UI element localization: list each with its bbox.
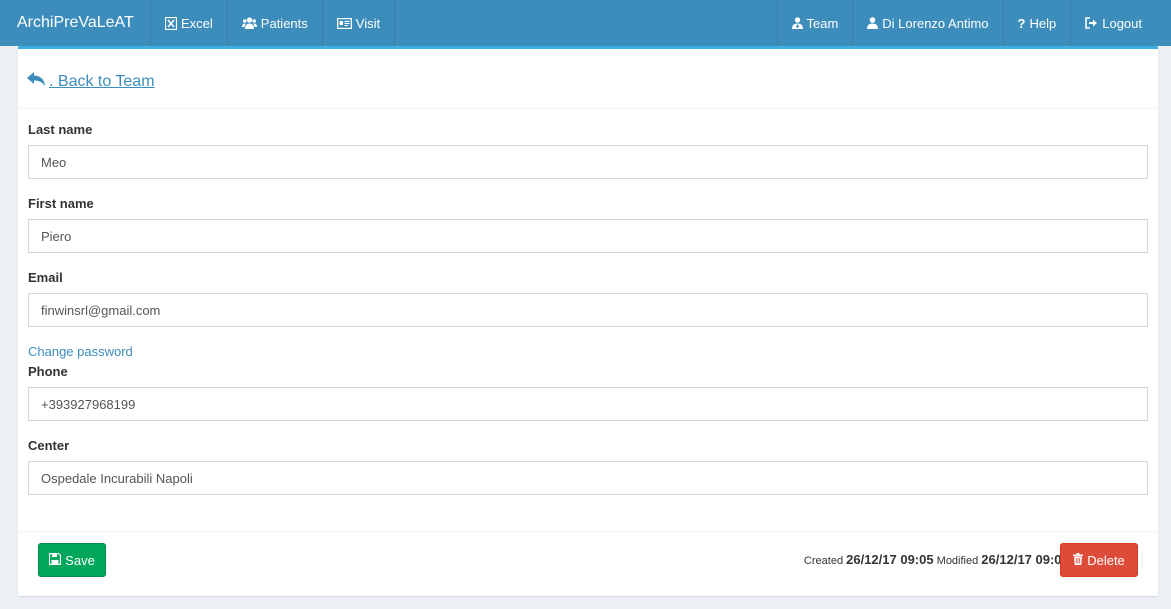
nav-help[interactable]: ? Help <box>1002 0 1071 46</box>
user-icon <box>867 17 879 29</box>
reply-icon <box>27 71 49 92</box>
top-navbar: ArchiPreVaLeAT Excel Patients Visit Team <box>0 0 1171 46</box>
nav-user[interactable]: Di Lorenzo Antimo <box>852 0 1002 46</box>
delete-button[interactable]: Delete <box>1060 543 1138 577</box>
nav-visit[interactable]: Visit <box>321 0 396 46</box>
nav-team-label: Team <box>806 15 839 31</box>
phone-label: Phone <box>28 364 68 379</box>
user-md-icon <box>791 17 803 29</box>
save-label: Save <box>65 552 95 568</box>
center-input[interactable]: Ospedale Incurabili Napoli <box>28 461 1148 495</box>
last-name-input[interactable]: Meo <box>28 145 1148 179</box>
question-icon: ? <box>1017 15 1026 31</box>
brand-logo[interactable]: ArchiPreVaLeAT <box>0 0 150 46</box>
back-to-team-link[interactable]: . Back to Team <box>27 71 155 92</box>
back-to-team-label: . Back to Team <box>49 72 155 90</box>
nav-excel-label: Excel <box>181 15 213 31</box>
box-footer: Save Created 26/12/17 09:05 Modified 26/… <box>18 531 1158 596</box>
email-label: Email <box>28 270 63 285</box>
sign-out-icon <box>1085 17 1098 29</box>
created-value: 26/12/17 09:05 <box>846 552 934 567</box>
nav-left: Excel Patients Visit <box>150 0 396 46</box>
trash-icon <box>1073 552 1084 568</box>
change-password-link[interactable]: Change password <box>28 344 133 359</box>
created-label: Created <box>803 555 844 567</box>
first-name-label: First name <box>28 196 94 211</box>
nav-logout-label: Logout <box>1102 15 1142 31</box>
first-name-input[interactable]: Piero <box>28 219 1148 253</box>
users-icon <box>241 17 257 29</box>
delete-label: Delete <box>1087 552 1125 568</box>
nav-logout[interactable]: Logout <box>1070 0 1171 46</box>
center-label: Center <box>28 438 70 453</box>
phone-input[interactable]: +393927968199 <box>28 387 1148 421</box>
save-icon <box>49 552 62 568</box>
email-input[interactable]: finwinsrl@gmail.com <box>28 293 1148 327</box>
nav-visit-label: Visit <box>355 15 381 31</box>
user-edit-box: . Back to Team Last name Meo First name … <box>18 46 1158 596</box>
last-name-label: Last name <box>28 122 93 137</box>
nav-user-label: Di Lorenzo Antimo <box>882 15 989 31</box>
nav-right: Team Di Lorenzo Antimo ? Help Logout <box>776 0 1171 46</box>
modified-label: Modified <box>936 555 979 567</box>
nav-excel[interactable]: Excel <box>150 0 227 46</box>
nav-patients-label: Patients <box>260 15 308 31</box>
save-button[interactable]: Save <box>38 543 106 577</box>
nav-team[interactable]: Team <box>776 0 853 46</box>
box-header: . Back to Team <box>18 49 1158 109</box>
timestamps: Created 26/12/17 09:05 Modified 26/12/17… <box>804 552 1076 567</box>
file-excel-icon <box>165 16 177 30</box>
nav-patients[interactable]: Patients <box>226 0 322 46</box>
id-card-icon <box>336 17 352 29</box>
nav-help-label: Help <box>1029 15 1057 31</box>
